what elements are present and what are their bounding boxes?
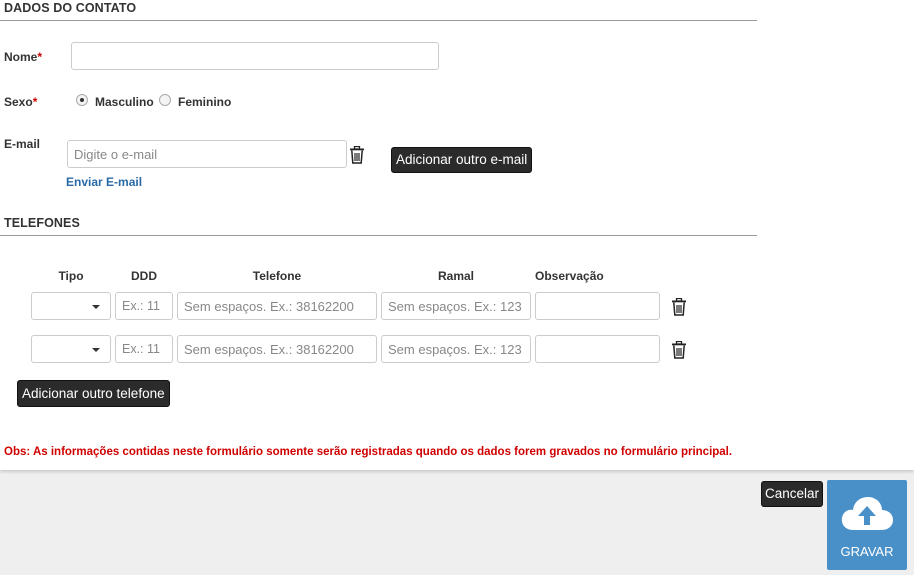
contact-form-panel: DADOS DO CONTATO Nome* Sexo* Masculino F… <box>0 0 914 470</box>
ddd-input[interactable] <box>115 335 173 363</box>
trash-icon[interactable] <box>671 298 687 316</box>
observation-input[interactable] <box>535 335 660 363</box>
name-input[interactable] <box>71 42 439 70</box>
save-button-label: GRAVAR <box>840 544 894 559</box>
name-required-mark: * <box>37 50 43 64</box>
phone-type-select[interactable] <box>31 292 111 320</box>
section-divider-contact <box>0 20 757 21</box>
trash-icon[interactable] <box>349 146 365 164</box>
sex-option-masculino[interactable]: Masculino <box>95 95 154 109</box>
caret-down-icon <box>92 305 100 309</box>
section-title-contact: DADOS DO CONTATO <box>4 1 137 15</box>
phone-input[interactable] <box>177 292 377 320</box>
caret-down-icon <box>92 348 100 352</box>
column-header-telefone: Telefone <box>252 269 302 283</box>
phone-input[interactable] <box>177 335 377 363</box>
add-phone-button[interactable]: Adicionar outro telefone <box>17 380 170 407</box>
ddd-input[interactable] <box>115 292 173 320</box>
sex-required-mark: * <box>32 95 38 109</box>
ramal-input[interactable] <box>381 335 531 363</box>
send-email-link[interactable]: Enviar E-mail <box>66 175 142 189</box>
trash-icon[interactable] <box>671 341 687 359</box>
cancel-button[interactable]: Cancelar <box>761 481 824 507</box>
phone-type-select[interactable] <box>31 335 111 363</box>
email-label: E-mail <box>4 137 41 151</box>
sex-radio-masculino[interactable] <box>76 94 88 106</box>
section-title-phones: TELEFONES <box>4 216 80 230</box>
column-header-tipo: Tipo <box>58 269 84 283</box>
notice-text: Obs: As informações contidas neste formu… <box>4 446 733 458</box>
sex-option-feminino[interactable]: Feminino <box>178 95 231 109</box>
name-label: Nome* <box>4 50 42 64</box>
name-label-text: Nome <box>4 50 38 64</box>
observation-input[interactable] <box>535 292 660 320</box>
sex-label-text: Sexo <box>4 95 33 109</box>
ramal-input[interactable] <box>381 292 531 320</box>
save-button[interactable]: GRAVAR <box>827 480 907 570</box>
email-input[interactable] <box>67 140 347 168</box>
sex-label: Sexo* <box>4 95 37 109</box>
add-email-button[interactable]: Adicionar outro e-mail <box>391 147 533 173</box>
section-divider-phones <box>0 235 757 236</box>
cloud-upload-icon <box>841 497 893 530</box>
column-header-ddd: DDD <box>131 269 157 283</box>
sex-radio-feminino[interactable] <box>159 94 171 106</box>
column-header-ramal: Ramal <box>437 269 475 283</box>
column-header-observacao: Observação <box>535 269 604 283</box>
